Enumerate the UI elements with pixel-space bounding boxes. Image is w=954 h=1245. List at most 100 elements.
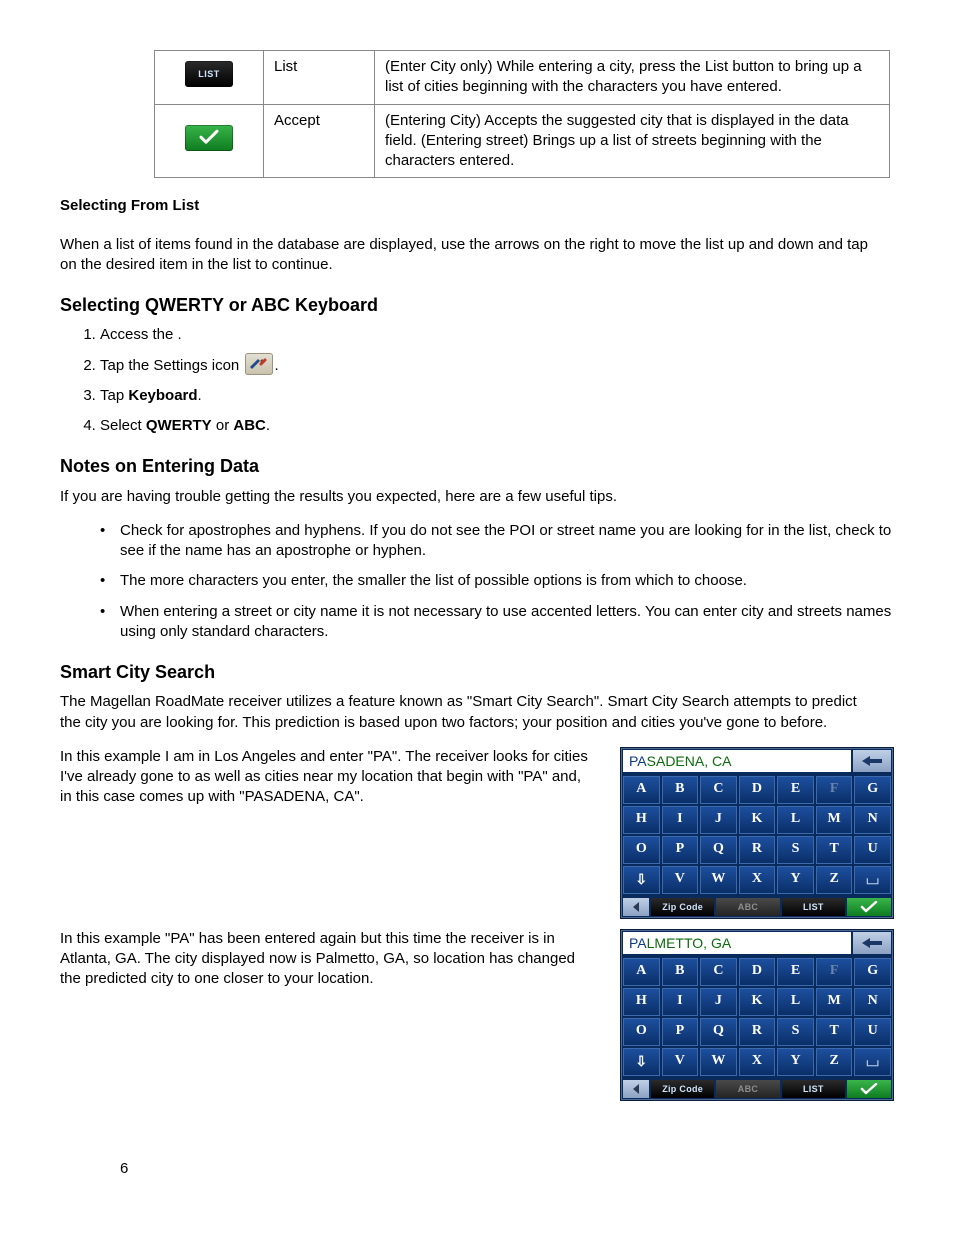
example-1: In this example I am in Los Angeles and … [60,747,894,919]
onscreen-keyboard: PASADENA, CAABCDEFGHIJKLMNOPQRSTUVWXYZZi… [620,747,894,919]
step-1: Access the . [100,325,894,345]
shift-key[interactable] [623,1048,660,1076]
onscreen-keyboard: PALMETTO, GAABCDEFGHIJKLMNOPQRSTUVWXYZZi… [620,929,894,1101]
key-h[interactable]: H [623,988,660,1016]
accept-button[interactable] [847,1080,891,1098]
key-b[interactable]: B [662,958,699,986]
example-2: In this example "PA" has been entered ag… [60,929,894,1101]
selecting-from-list-heading: Selecting From List [60,196,894,216]
step-4: Select QWERTY or ABC. [100,416,894,436]
key-i[interactable]: I [662,988,699,1016]
button-name: List [264,51,375,105]
key-j[interactable]: J [700,806,737,834]
key-c[interactable]: C [700,776,737,804]
key-a[interactable]: A [623,776,660,804]
key-o[interactable]: O [623,836,660,864]
key-k[interactable]: K [739,806,776,834]
notes-tips: Check for apostrophes and hyphens. If yo… [100,521,894,642]
keyboard-select-steps: Access the . Tap the Settings icon . Tap… [100,325,894,436]
key-n[interactable]: N [854,806,891,834]
key-v[interactable]: V [662,866,699,894]
button-description: (Enter City only) While entering a city,… [375,51,890,105]
backspace-button[interactable] [853,750,891,772]
key-p[interactable]: P [662,836,699,864]
key-z[interactable]: Z [816,866,853,894]
key-r[interactable]: R [739,1018,776,1046]
accept-button-icon [185,125,233,151]
list-button[interactable]: LIST [782,898,845,916]
shift-key[interactable] [623,866,660,894]
key-o[interactable]: O [623,1018,660,1046]
step-3: Tap Keyboard. [100,386,894,406]
key-t[interactable]: T [816,836,853,864]
city-input[interactable]: PALMETTO, GA [623,932,851,954]
key-c[interactable]: C [700,958,737,986]
key-g[interactable]: G [854,958,891,986]
key-x[interactable]: X [739,1048,776,1076]
key-d[interactable]: D [739,776,776,804]
key-h[interactable]: H [623,806,660,834]
key-l[interactable]: L [777,806,814,834]
selecting-from-list-body: When a list of items found in the databa… [60,235,870,276]
key-g[interactable]: G [854,776,891,804]
city-input[interactable]: PASADENA, CA [623,750,851,772]
space-key[interactable] [854,866,891,894]
key-w[interactable]: W [700,866,737,894]
key-m[interactable]: M [816,806,853,834]
back-button[interactable] [623,1080,649,1098]
button-description: (Entering City) Accepts the suggested ci… [375,104,890,178]
key-m[interactable]: M [816,988,853,1016]
key-s[interactable]: S [777,836,814,864]
key-e[interactable]: E [777,776,814,804]
smart-city-heading: Smart City Search [60,660,894,684]
step-2: Tap the Settings icon . [100,356,894,376]
key-p[interactable]: P [662,1018,699,1046]
key-v[interactable]: V [662,1048,699,1076]
button-name: Accept [264,104,375,178]
accept-button[interactable] [847,898,891,916]
button-description-table: List(Enter City only) While entering a c… [154,50,890,178]
list-button[interactable]: LIST [782,1080,845,1098]
settings-icon [245,353,273,375]
key-j[interactable]: J [700,988,737,1016]
key-l[interactable]: L [777,988,814,1016]
key-y[interactable]: Y [777,866,814,894]
key-x[interactable]: X [739,866,776,894]
key-t[interactable]: T [816,1018,853,1046]
key-b[interactable]: B [662,776,699,804]
list-button-icon [185,61,233,87]
key-f[interactable]: F [816,958,853,986]
tip-item: The more characters you enter, the small… [100,571,894,591]
zip-code-button[interactable]: Zip Code [651,898,714,916]
abc-mode-button[interactable]: ABC [716,1080,779,1098]
key-n[interactable]: N [854,988,891,1016]
key-i[interactable]: I [662,806,699,834]
key-z[interactable]: Z [816,1048,853,1076]
key-w[interactable]: W [700,1048,737,1076]
space-key[interactable] [854,1048,891,1076]
example-1-text: In this example I am in Los Angeles and … [60,747,590,808]
key-e[interactable]: E [777,958,814,986]
tip-item: Check for apostrophes and hyphens. If yo… [100,521,894,562]
key-k[interactable]: K [739,988,776,1016]
key-q[interactable]: Q [700,836,737,864]
key-r[interactable]: R [739,836,776,864]
page-number: 6 [120,1159,128,1179]
example-2-text: In this example "PA" has been entered ag… [60,929,590,990]
backspace-button[interactable] [853,932,891,954]
back-button[interactable] [623,898,649,916]
abc-mode-button[interactable]: ABC [716,898,779,916]
key-u[interactable]: U [854,1018,891,1046]
key-a[interactable]: A [623,958,660,986]
key-f[interactable]: F [816,776,853,804]
zip-code-button[interactable]: Zip Code [651,1080,714,1098]
key-u[interactable]: U [854,836,891,864]
notes-intro: If you are having trouble getting the re… [60,487,870,507]
notes-heading: Notes on Entering Data [60,454,894,478]
key-y[interactable]: Y [777,1048,814,1076]
key-q[interactable]: Q [700,1018,737,1046]
smart-city-intro: The Magellan RoadMate receiver utilizes … [60,692,870,733]
tip-item: When entering a street or city name it i… [100,602,894,643]
key-d[interactable]: D [739,958,776,986]
key-s[interactable]: S [777,1018,814,1046]
